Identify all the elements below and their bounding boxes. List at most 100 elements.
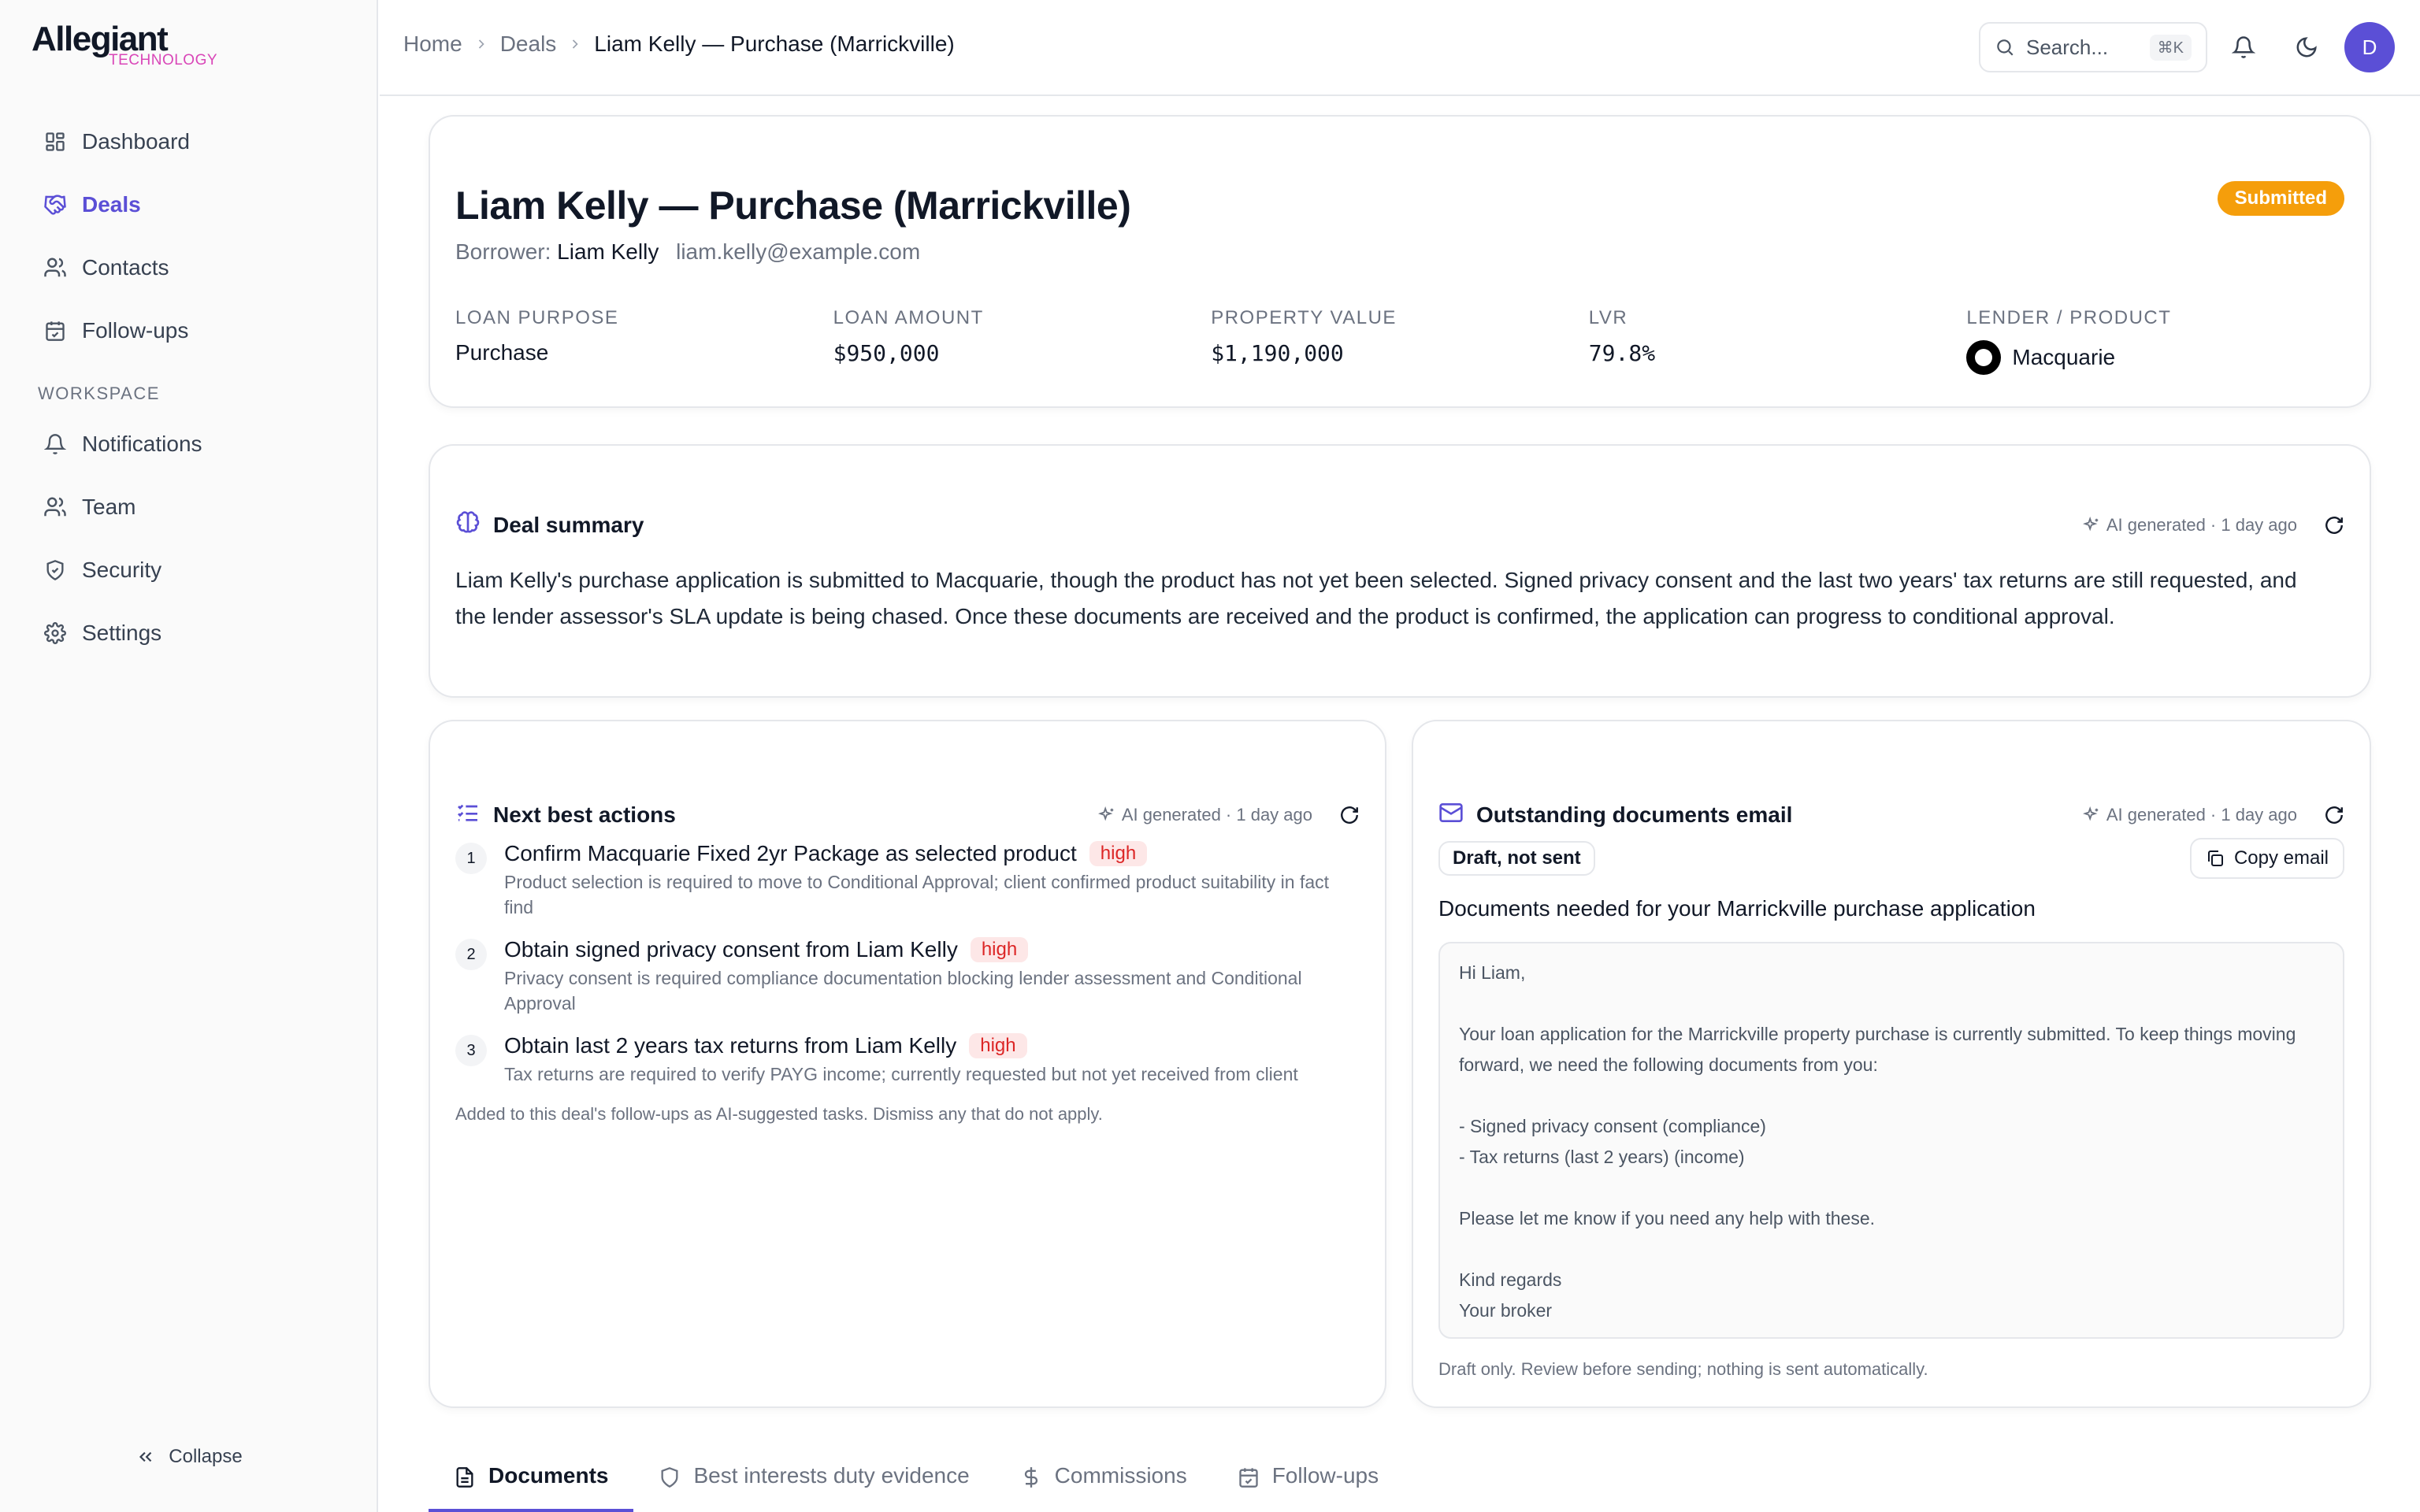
stat-lender-product: LENDER / PRODUCT Macquarie: [1966, 307, 2344, 375]
sidebar-item-label: Follow-ups: [82, 318, 189, 343]
email-header: Outstanding documents email AI generated…: [1438, 800, 2344, 829]
next-actions-header: Next best actions AI generated · 1 day a…: [455, 800, 1360, 829]
ai-meta: AI generated · 1 day ago: [1097, 804, 1312, 825]
ai-meta: AI generated · 1 day ago: [2082, 515, 2297, 536]
tab-label: Commissions: [1054, 1463, 1187, 1488]
collapse-button[interactable]: Collapse: [0, 1446, 378, 1468]
refresh-icon[interactable]: [2324, 805, 2344, 825]
chevron-right-icon: [473, 36, 489, 52]
tab-label: Follow-ups: [1271, 1463, 1379, 1488]
summary-text: Liam Kelly's purchase application is sub…: [455, 568, 2297, 628]
sidebar-item-dashboard[interactable]: Dashboard: [32, 113, 350, 170]
main-nav: Dashboard Deals Contacts Follow-ups WORK…: [32, 113, 350, 668]
sidebar-item-follow-ups[interactable]: Follow-ups: [32, 302, 350, 359]
next-actions-title: Next best actions: [493, 802, 676, 827]
stat-loan-purpose: LOAN PURPOSE Purchase: [455, 307, 833, 375]
moon-icon[interactable]: [2291, 32, 2322, 63]
sidebar-item-contacts[interactable]: Contacts: [32, 239, 350, 296]
notifications-bell-icon[interactable]: [2228, 32, 2259, 63]
sidebar-item-label: Contacts: [82, 255, 169, 280]
action-title: Obtain signed privacy consent from Liam …: [504, 937, 1339, 962]
gear-icon: [43, 621, 68, 646]
breadcrumb: Home Deals Liam Kelly — Purchase (Marric…: [403, 32, 955, 57]
priority-badge: high: [970, 937, 1029, 962]
deal-title: Liam Kelly — Purchase (Marrickville): [455, 183, 1131, 228]
deal-header-card: Liam Kelly — Purchase (Marrickville) Bor…: [429, 115, 2371, 408]
search-placeholder: Search...: [2026, 35, 2109, 59]
action-title: Obtain last 2 years tax returns from Lia…: [504, 1033, 1339, 1058]
sidebar: Allegiant TECHNOLOGY Dashboard Deals Con…: [0, 0, 378, 1512]
brand-logo[interactable]: Allegiant TECHNOLOGY: [32, 22, 217, 69]
breadcrumb-home[interactable]: Home: [403, 32, 462, 57]
tab-documents[interactable]: Documents: [429, 1458, 634, 1512]
brain-icon: [455, 510, 481, 539]
sidebar-item-settings[interactable]: Settings: [32, 605, 350, 662]
breadcrumb-deals[interactable]: Deals: [500, 32, 557, 57]
chevron-right-icon: [567, 36, 583, 52]
sidebar-item-label: Team: [82, 495, 136, 519]
workspace-section-label: WORKSPACE: [38, 384, 160, 403]
list-checks-icon: [455, 800, 481, 829]
ai-meta: AI generated · 1 day ago: [2082, 805, 2297, 825]
stat-label: LENDER / PRODUCT: [1966, 307, 2172, 328]
copy-email-button[interactable]: Copy email: [2189, 838, 2344, 879]
priority-badge: high: [969, 1033, 1027, 1058]
sidebar-item-notifications[interactable]: Notifications: [32, 416, 350, 472]
search-icon: [1995, 37, 2015, 57]
ai-meta-text: AI generated · 1 day ago: [1121, 804, 1312, 825]
email-body-textarea[interactable]: Hi Liam, Your loan application for the M…: [1438, 942, 2344, 1339]
sidebar-item-deals[interactable]: Deals: [32, 176, 350, 233]
refresh-icon[interactable]: [2324, 515, 2344, 536]
borrower-email: liam.kelly@example.com: [676, 239, 921, 264]
sidebar-item-label: Dashboard: [82, 129, 190, 154]
brand-sub: TECHNOLOGY: [109, 52, 218, 69]
sidebar-item-security[interactable]: Security: [32, 542, 350, 598]
stat-label: PROPERTY VALUE: [1211, 307, 1397, 328]
summary-header: Deal summary AI generated · 1 day ago: [455, 510, 2344, 539]
sidebar-item-label: Deals: [82, 192, 141, 217]
shield-icon: [43, 558, 68, 583]
handshake-icon: [43, 192, 68, 217]
list-item[interactable]: 3 Obtain last 2 years tax returns from L…: [455, 1033, 1360, 1087]
search-shortcut: ⌘K: [2149, 34, 2192, 61]
stat-label: LOAN AMOUNT: [833, 307, 984, 328]
action-title-text: Obtain last 2 years tax returns from Lia…: [504, 1033, 957, 1058]
action-title: Confirm Macquarie Fixed 2yr Package as s…: [504, 841, 1339, 866]
action-number: 3: [455, 1035, 487, 1066]
dollar-icon: [1020, 1466, 1042, 1488]
next-actions-card: Next best actions AI generated · 1 day a…: [429, 720, 1386, 1408]
action-desc: Tax returns are required to verify PAYG …: [504, 1064, 1298, 1084]
deal-tabs: Documents Best interests duty evidence C…: [429, 1458, 1404, 1512]
list-item[interactable]: 2 Obtain signed privacy consent from Lia…: [455, 937, 1360, 1016]
tab-label: Best interests duty evidence: [693, 1463, 970, 1488]
action-number: 1: [455, 843, 487, 874]
users-icon: [43, 495, 68, 520]
shield-icon: [659, 1466, 681, 1488]
lender: Macquarie: [1966, 340, 2344, 375]
tab-follow-ups[interactable]: Follow-ups: [1212, 1458, 1404, 1512]
sidebar-item-team[interactable]: Team: [32, 479, 350, 536]
tab-best-interests-duty-evidence[interactable]: Best interests duty evidence: [633, 1458, 994, 1512]
list-item[interactable]: 1 Confirm Macquarie Fixed 2yr Package as…: [455, 841, 1360, 920]
stat-value: 79.8%: [1588, 340, 1656, 366]
email-footnote: Draft only. Review before sending; nothi…: [1438, 1359, 1928, 1379]
action-title-text: Confirm Macquarie Fixed 2yr Package as s…: [504, 841, 1077, 865]
sparkles-icon: [1097, 806, 1115, 824]
calendar-check-icon: [1238, 1466, 1260, 1488]
tab-commissions[interactable]: Commissions: [995, 1458, 1212, 1512]
action-title-text: Obtain signed privacy consent from Liam …: [504, 937, 958, 962]
sparkles-icon: [2082, 516, 2100, 534]
breadcrumb-current: Liam Kelly — Purchase (Marrickville): [594, 32, 955, 56]
sidebar-item-label: Notifications: [82, 432, 202, 456]
search-input[interactable]: Search... ⌘K: [1979, 22, 2207, 72]
deal-stats: LOAN PURPOSE Purchase LOAN AMOUNT $950,0…: [455, 307, 2344, 375]
stat-label: LOAN PURPOSE: [455, 307, 619, 328]
refresh-icon[interactable]: [1339, 805, 1360, 825]
users-icon: [43, 255, 68, 280]
borrower-name: Liam Kelly: [557, 239, 659, 264]
lender-logo-icon: [1966, 340, 2002, 375]
tab-label: Documents: [488, 1463, 609, 1488]
avatar[interactable]: D: [2344, 22, 2395, 72]
sidebar-item-label: Security: [82, 558, 162, 582]
action-number: 2: [455, 939, 487, 970]
